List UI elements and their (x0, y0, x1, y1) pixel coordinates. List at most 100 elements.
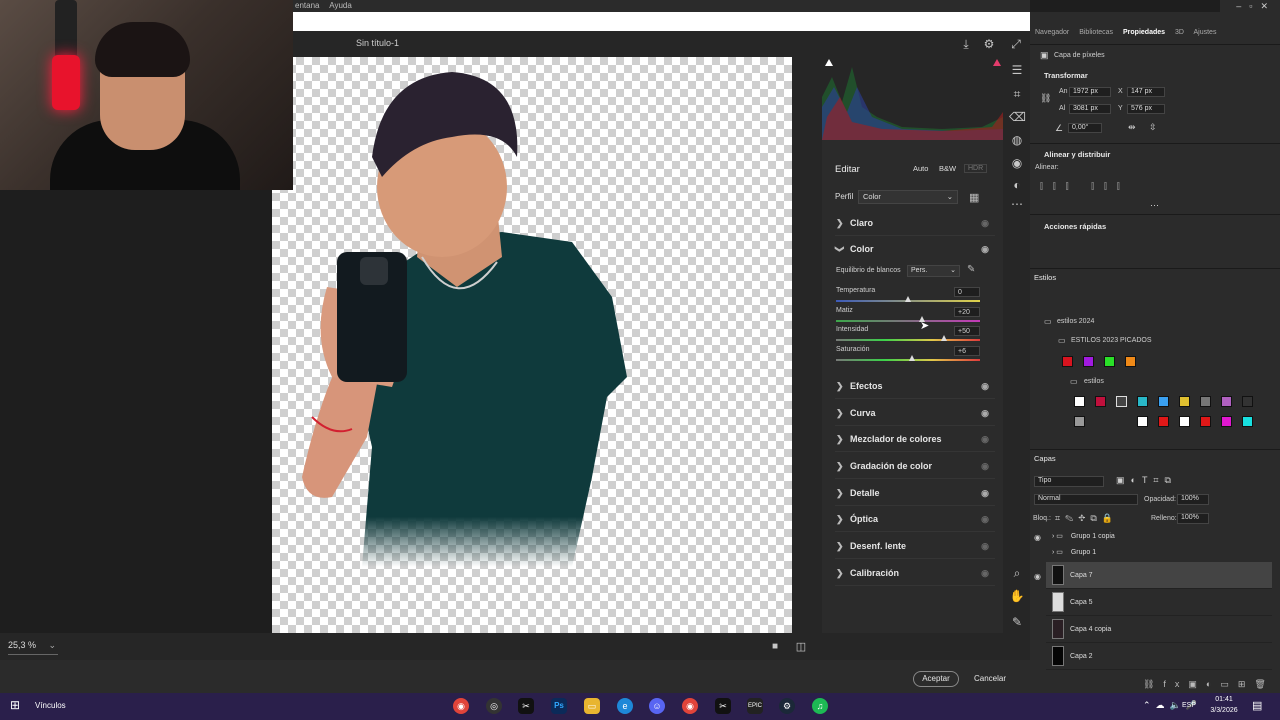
clock-date[interactable]: 3/3/2026 (1205, 707, 1243, 714)
section-claro[interactable]: ❯ Claro ◉ (835, 210, 995, 236)
slider-knob[interactable] (941, 335, 947, 341)
slider-temperatura[interactable]: Temperatura 0 (836, 287, 980, 302)
eraser-icon[interactable]: ⌫ (1009, 110, 1026, 124)
taskbar-links-label[interactable]: Vínculos (35, 701, 66, 710)
eye-icon[interactable]: ◉ (981, 453, 989, 479)
style-swatch[interactable] (1242, 396, 1253, 407)
layer-row-selected[interactable]: Capa 7 (1046, 562, 1272, 589)
highlight-clip-icon[interactable] (993, 59, 1001, 66)
crop-icon[interactable]: ⌗ (1009, 87, 1025, 101)
folder-icon[interactable]: ▭ (584, 698, 600, 714)
fill-field[interactable]: 100% (1177, 513, 1209, 524)
slider-value[interactable]: 0 (954, 287, 980, 297)
align-heading[interactable]: Alinear y distribuir (1044, 150, 1110, 159)
styles-group-2024[interactable]: estilos 2024 (1057, 318, 1094, 325)
eye-icon[interactable]: ◉ (981, 480, 989, 506)
compare-view-icon[interactable]: ◫ (793, 640, 809, 654)
tab-navegador[interactable]: Navegador (1035, 29, 1069, 36)
notification-icon[interactable]: ▤ (1252, 699, 1262, 712)
style-swatch[interactable] (1242, 416, 1253, 427)
section-color[interactable]: ❯ Color ◉ (835, 236, 995, 262)
gear-icon[interactable]: ⚙ (981, 37, 997, 51)
section-gradacion[interactable]: ❯ Gradación de color ◉ (835, 453, 995, 479)
style-swatch[interactable] (1095, 396, 1106, 407)
layers-tab[interactable]: Capas (1034, 454, 1056, 463)
flip-horizontal-icon[interactable]: ⇹ (1128, 122, 1136, 133)
style-swatch[interactable] (1158, 416, 1169, 427)
section-desenf-lente[interactable]: ❯ Desenf. lente ◉ (835, 533, 995, 559)
eye-icon[interactable]: ◉ (981, 210, 989, 236)
tab-ajustes[interactable]: Ajustes (1194, 29, 1217, 36)
eye-icon[interactable]: ◉ (981, 236, 989, 262)
style-swatch[interactable] (1221, 416, 1232, 427)
styles-group-estilos[interactable]: estilos (1084, 378, 1104, 385)
menu-item-window[interactable]: entana (295, 1, 319, 10)
lock-icons[interactable]: ⌗✎✥⧉🔒 (1055, 513, 1118, 524)
spotify-icon[interactable]: ♫ (812, 698, 828, 714)
opacity-field[interactable]: 100% (1177, 494, 1209, 505)
section-calibracion[interactable]: ❯ Calibración ◉ (835, 560, 995, 586)
width-field[interactable]: 1972 px (1069, 87, 1111, 97)
slider-value[interactable]: +50 (954, 326, 980, 336)
y-field[interactable]: 576 px (1127, 104, 1165, 114)
obs-icon[interactable]: ◎ (486, 698, 502, 714)
style-swatch[interactable] (1104, 356, 1115, 367)
language-indicator[interactable]: ESP (1182, 702, 1196, 709)
eye-icon[interactable]: ◉ (1034, 533, 1041, 542)
slider-knob[interactable] (909, 355, 916, 361)
zoom-icon[interactable]: ⌕ (1009, 566, 1025, 580)
flip-vertical-icon[interactable]: ⇳ (1149, 122, 1157, 133)
hdr-button[interactable]: HDR (964, 164, 988, 173)
more-icon[interactable]: ⋯ (1009, 197, 1025, 211)
fullscreen-icon[interactable]: ⤢ (1008, 37, 1024, 51)
style-swatch[interactable] (1062, 356, 1073, 367)
photoshop-icon[interactable]: Ps (551, 698, 567, 714)
layer-filter-icons[interactable]: ▣◐T⌗⧉ (1116, 475, 1177, 486)
style-swatch[interactable] (1158, 396, 1169, 407)
style-swatch[interactable] (1074, 416, 1085, 427)
eye-icon[interactable]: ◉ (981, 533, 989, 559)
section-curva[interactable]: ❯ Curva ◉ (835, 400, 995, 426)
style-swatch[interactable] (1125, 356, 1136, 367)
discord-icon[interactable]: ☺ (649, 698, 665, 714)
blend-mode-select[interactable]: Normal (1034, 494, 1138, 505)
style-swatch[interactable] (1083, 356, 1094, 367)
layer-row[interactable]: Capa 5 (1046, 589, 1272, 616)
zoom-select[interactable]: 25,3 % ⌄ (8, 640, 58, 655)
link-icon[interactable]: ⛓ (1040, 93, 1051, 104)
layer-row[interactable]: Capa 2 (1046, 643, 1272, 670)
styles-tab[interactable]: Estilos (1034, 273, 1056, 282)
style-swatch[interactable] (1137, 396, 1148, 407)
slider-track[interactable] (836, 339, 980, 341)
style-swatch[interactable] (1137, 416, 1148, 427)
cancel-button[interactable]: Cancelar (968, 671, 1012, 687)
eye-icon[interactable]: ◉ (981, 373, 989, 399)
style-swatch[interactable] (1074, 396, 1085, 407)
eye-icon[interactable]: ◉ (981, 426, 989, 452)
steam-icon[interactable]: ⚙ (779, 698, 795, 714)
section-efectos[interactable]: ❯ Efectos ◉ (835, 373, 995, 399)
chrome-icon[interactable]: ◉ (453, 698, 469, 714)
slider-matiz[interactable]: Matiz +20 (836, 307, 980, 322)
slider-value[interactable]: +20 (954, 307, 980, 317)
eye-icon[interactable]: ◉ (981, 560, 989, 586)
profile-browser-icon[interactable]: ▦ (969, 191, 979, 204)
tab-3d[interactable]: 3D (1175, 29, 1184, 36)
slider-value[interactable]: +6 (954, 346, 980, 356)
height-field[interactable]: 3081 px (1069, 104, 1111, 114)
style-swatch[interactable] (1221, 396, 1232, 407)
auto-button[interactable]: Auto (913, 164, 928, 173)
style-swatch[interactable] (1179, 416, 1190, 427)
section-optica[interactable]: ❯ Óptica ◉ (835, 506, 995, 532)
profile-select[interactable]: Color ⌄ (858, 190, 958, 204)
presets-icon[interactable]: ◐ (1009, 178, 1025, 192)
eye-icon[interactable]: ◉ (981, 400, 989, 426)
window-controls[interactable]: –▫✕ (1220, 0, 1280, 12)
layer-row[interactable]: › ▭ Grupo 1 (1046, 545, 1272, 561)
capcut-icon[interactable]: ✂ (715, 698, 731, 714)
windows-start-icon[interactable]: ⊞ (10, 698, 20, 712)
slider-track[interactable] (836, 320, 980, 322)
style-swatch[interactable] (1116, 396, 1127, 407)
slider-track[interactable] (836, 359, 980, 361)
style-swatch[interactable] (1179, 396, 1190, 407)
